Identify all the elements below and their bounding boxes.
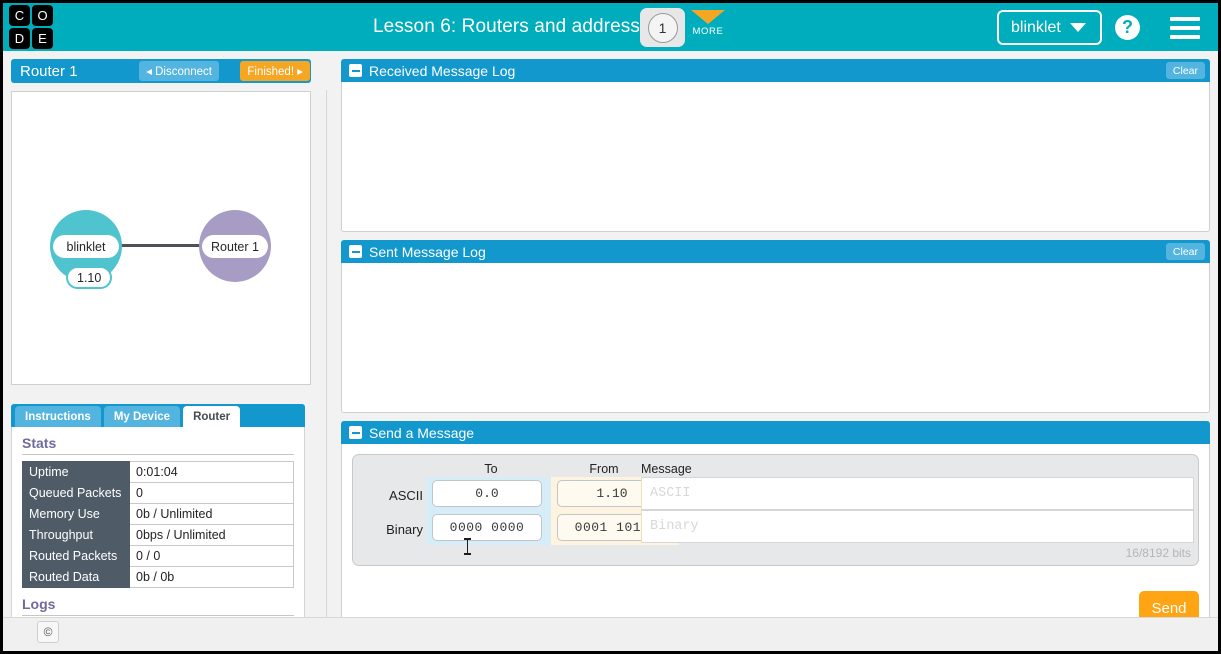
right-column: Received Message Log Clear Sent Message … — [341, 59, 1210, 644]
lesson-level-badge[interactable]: 1 — [640, 8, 685, 47]
app-root: C O D E Lesson 6: Routers and addresses … — [0, 0, 1221, 654]
stat-value: 0b / 0b — [129, 566, 294, 588]
disconnect-button[interactable]: ◂ Disconnect — [139, 61, 219, 81]
sent-message-log-panel: Sent Message Log Clear — [341, 240, 1210, 413]
received-log-body[interactable] — [341, 82, 1210, 232]
network-node-device-address: 1.10 — [66, 266, 113, 289]
received-log-title: Received Message Log — [369, 62, 516, 79]
network-node-device-label: blinklet — [53, 235, 119, 258]
table-row: Throughput 0bps / Unlimited — [22, 524, 294, 546]
left-panel: Router 1 ◂ Disconnect Finished! ▸ blinkl… — [11, 59, 331, 631]
table-row: Memory Use 0b / Unlimited — [22, 503, 294, 525]
stat-key: Routed Data — [22, 566, 130, 588]
ascii-row-label: ASCII — [389, 488, 423, 503]
more-levels-toggle[interactable]: MORE — [691, 10, 725, 37]
lesson-level-number: 1 — [647, 12, 678, 43]
stat-value: 0:01:04 — [129, 461, 294, 483]
lesson-title: Lesson 6: Routers and addresses — [373, 16, 661, 37]
network-link-line — [118, 244, 204, 247]
sent-log-header: Sent Message Log Clear — [341, 240, 1210, 263]
logs-section-title: Logs — [22, 596, 294, 616]
network-diagram[interactable]: blinklet 1.10 Router 1 — [11, 91, 311, 385]
router-stats-pane: Stats Uptime 0:01:04 Queued Packets 0 Me… — [11, 427, 305, 631]
binary-row-label: Binary — [386, 522, 423, 537]
table-row: Routed Packets 0 / 0 — [22, 545, 294, 567]
stat-key: Routed Packets — [22, 545, 130, 567]
clear-received-log-button[interactable]: Clear — [1165, 62, 1205, 79]
logo-letter-e: E — [32, 28, 53, 49]
stats-section-title: Stats — [22, 435, 294, 455]
to-ascii-input[interactable]: 0.0 — [432, 480, 542, 507]
stats-table: Uptime 0:01:04 Queued Packets 0 Memory U… — [22, 461, 294, 588]
logo-letter-c: C — [9, 5, 30, 26]
network-node-router-label: Router 1 — [202, 235, 268, 258]
send-message-body: To From Message ASCII Binary 0.0 1.10 00… — [341, 444, 1210, 636]
message-ascii-input[interactable]: ASCII — [641, 477, 1194, 510]
code-org-logo[interactable]: C O D E — [9, 5, 53, 49]
triangle-down-icon — [691, 10, 725, 24]
chevron-down-icon — [1069, 23, 1086, 32]
message-binary-input[interactable]: Binary — [641, 510, 1194, 543]
tab-router[interactable]: Router — [183, 406, 241, 427]
workspace: Router 1 ◂ Disconnect Finished! ▸ blinkl… — [3, 51, 1218, 651]
stat-key: Memory Use — [22, 503, 130, 525]
table-row: Routed Data 0b / 0b — [22, 566, 294, 588]
device-name-label: Router 1 — [20, 62, 78, 80]
logo-letter-d: D — [9, 28, 30, 49]
message-column-header: Message — [641, 462, 692, 476]
stat-key: Uptime — [22, 461, 130, 483]
top-navigation-bar: C O D E Lesson 6: Routers and addresses … — [3, 3, 1218, 51]
copyright-icon[interactable]: © — [37, 621, 59, 643]
finished-button[interactable]: Finished! ▸ — [240, 61, 310, 81]
sent-log-title: Sent Message Log — [369, 243, 486, 260]
bits-counter: 16/8192 bits — [1125, 546, 1191, 560]
stat-key: Throughput — [22, 524, 130, 546]
stat-value: 0bps / Unlimited — [129, 524, 294, 546]
stat-value: 0b / Unlimited — [129, 503, 294, 525]
user-menu-button[interactable]: blinklet — [997, 10, 1102, 45]
to-column-header: To — [484, 462, 498, 476]
stat-key: Queued Packets — [22, 482, 130, 504]
table-row: Uptime 0:01:04 — [22, 461, 294, 483]
tab-my-device[interactable]: My Device — [103, 406, 181, 427]
send-message-header: Send a Message — [341, 421, 1210, 444]
send-message-panel: Send a Message To From Message ASCII Bin… — [341, 421, 1210, 636]
more-label: MORE — [692, 26, 724, 37]
received-log-header: Received Message Log Clear — [341, 59, 1210, 82]
stat-value: 0 — [129, 482, 294, 504]
logo-letter-o: O — [32, 5, 53, 26]
stat-value: 0 / 0 — [129, 545, 294, 567]
clear-sent-log-button[interactable]: Clear — [1165, 243, 1205, 260]
bottom-bar: © — [3, 617, 1218, 651]
table-row: Queued Packets 0 — [22, 482, 294, 504]
tab-instructions[interactable]: Instructions — [15, 406, 101, 427]
hamburger-menu-icon[interactable] — [1170, 17, 1200, 39]
help-icon[interactable]: ? — [1115, 15, 1140, 40]
collapse-minus-icon[interactable] — [349, 426, 362, 439]
user-name-label: blinklet — [1011, 18, 1061, 36]
left-panel-tabs: Instructions My Device Router — [11, 404, 305, 427]
received-message-log-panel: Received Message Log Clear — [341, 59, 1210, 232]
collapse-minus-icon[interactable] — [349, 245, 362, 258]
device-header-bar: Router 1 ◂ Disconnect Finished! ▸ — [11, 59, 311, 83]
collapse-minus-icon[interactable] — [349, 64, 362, 77]
send-message-title: Send a Message — [369, 424, 475, 441]
to-binary-input[interactable]: 0000 0000 — [432, 514, 542, 541]
left-panel-scrollbar[interactable] — [326, 90, 331, 631]
send-message-form: To From Message ASCII Binary 0.0 1.10 00… — [352, 454, 1199, 566]
sent-log-body[interactable] — [341, 263, 1210, 413]
